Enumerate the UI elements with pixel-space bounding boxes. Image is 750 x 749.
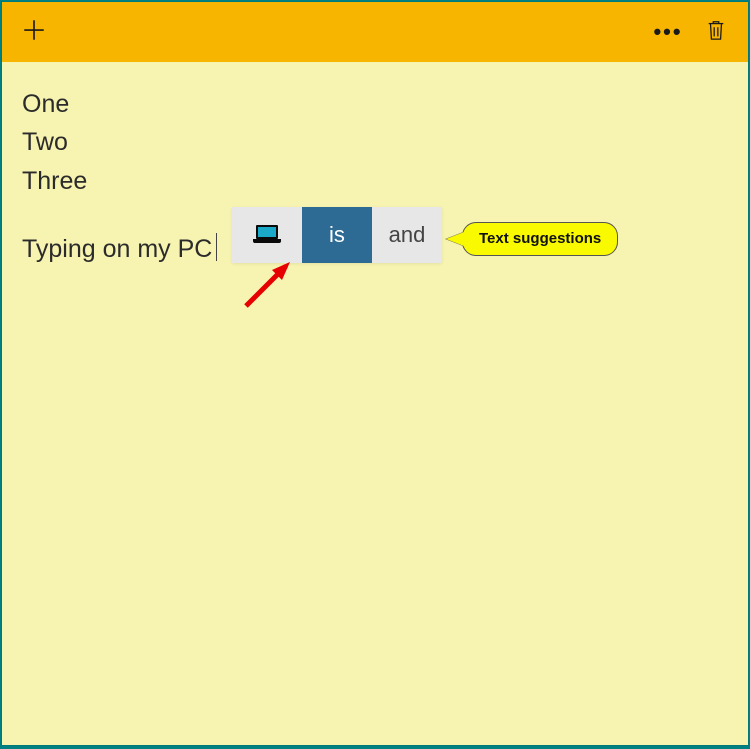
note-line: Two [22,124,728,160]
note-body[interactable]: One Two Three Typing on my PC is and Tex… [2,62,748,745]
suggestion-emoji[interactable] [232,207,302,263]
plus-icon [21,17,47,48]
trash-icon [705,18,727,47]
text-suggestion-bar: is and [232,207,442,263]
laptop-icon [253,225,281,245]
delete-note-button[interactable] [692,8,740,56]
more-options-button[interactable]: ••• [644,8,692,56]
note-line: One [22,86,728,122]
typing-text: Typing on my PC [22,235,212,263]
annotation-arrow-icon [238,258,298,308]
suggestion-word[interactable]: and [372,207,442,263]
callout-tail-icon [446,232,464,246]
text-cursor [216,233,217,261]
ellipsis-icon: ••• [653,19,682,45]
sticky-note-window: ••• One Two Three Typing on my PC [2,2,748,745]
note-line: Three [22,163,728,199]
typing-line: Typing on my PC [22,231,217,267]
suggestion-word-selected[interactable]: is [302,207,372,263]
new-note-button[interactable] [10,8,58,56]
titlebar: ••• [2,2,748,62]
